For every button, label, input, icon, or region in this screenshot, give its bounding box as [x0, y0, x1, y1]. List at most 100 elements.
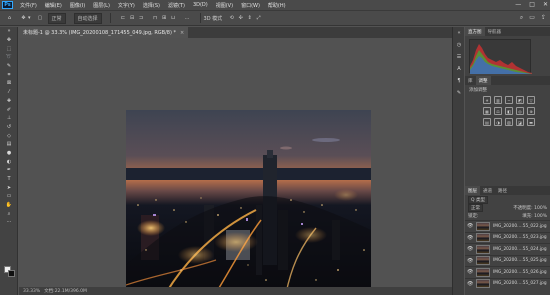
layer-row[interactable]: 👁 IMG_20200….55_023.jpg — [465, 231, 550, 244]
history-brush-tool-icon[interactable]: ↺ — [0, 123, 18, 132]
zoom-level[interactable]: 33.33% — [23, 289, 40, 294]
more-options-icon[interactable]: … — [183, 14, 192, 23]
path-select-tool-icon[interactable]: ➤ — [0, 183, 18, 192]
3d-pan-icon[interactable]: ✣ — [236, 14, 245, 23]
document-tab[interactable]: 未标题-1 @ 33.3% (IMG_20200108_171455_049.j… — [19, 27, 189, 38]
eyedropper-tool-icon[interactable]: ⁄ — [0, 88, 18, 97]
visibility-eye-icon[interactable]: 👁 — [467, 281, 473, 287]
mode-select[interactable]: 正常 — [47, 12, 66, 24]
blend-mode-select[interactable]: 正常 — [468, 204, 483, 212]
menu-filter[interactable]: 滤镜(T) — [164, 2, 189, 9]
quick-select-tool-icon[interactable]: ✎ — [0, 62, 18, 71]
minimize-button[interactable]: — — [515, 1, 521, 8]
paragraph-panel-icon[interactable]: ¶ — [453, 75, 465, 87]
3d-slide-icon[interactable]: ⇕ — [245, 14, 254, 23]
gradient-map-icon[interactable]: ▬ — [527, 118, 535, 126]
menu-3d[interactable]: 3D(D) — [189, 2, 212, 8]
dodge-tool-icon[interactable]: ◐ — [0, 157, 18, 166]
workspace-icon[interactable]: ▭ — [529, 14, 535, 22]
layer-row[interactable]: 👁 IMG_20200….55_026.jpg — [465, 266, 550, 278]
layer-row[interactable]: 👁 IMG_20200….55_022.jpg — [465, 220, 550, 232]
levels-icon[interactable]: ▥ — [494, 96, 502, 104]
hue-saturation-icon[interactable]: ▦ — [483, 107, 491, 115]
close-tab-button[interactable]: × — [180, 30, 184, 36]
photo-filter-icon[interactable]: ◎ — [516, 107, 524, 115]
visibility-eye-icon[interactable]: 👁 — [467, 246, 473, 252]
layer-row[interactable]: 👁 IMG_20200….55_024.jpg — [465, 243, 550, 255]
visibility-eye-icon[interactable]: 👁 — [467, 223, 473, 229]
menu-window[interactable]: 窗口(W) — [237, 2, 264, 9]
align-middle-icon[interactable]: ⊞ — [160, 14, 169, 23]
clone-stamp-tool-icon[interactable]: ⊥ — [0, 114, 18, 123]
canvas-area[interactable] — [19, 38, 452, 293]
visibility-eye-icon[interactable]: 👁 — [467, 235, 473, 241]
menu-image[interactable]: 图像(I) — [66, 2, 89, 9]
healing-brush-tool-icon[interactable]: ✚ — [0, 97, 18, 106]
eraser-tool-icon[interactable]: ◇ — [0, 131, 18, 140]
menu-file[interactable]: 文件(F) — [16, 2, 41, 9]
collapse-dock-icon[interactable]: « — [453, 27, 465, 39]
color-lookup-icon[interactable]: ▤ — [483, 118, 491, 126]
lasso-tool-icon[interactable]: ➰ — [0, 53, 18, 62]
menu-view[interactable]: 视图(V) — [212, 2, 237, 9]
menu-help[interactable]: 帮助(H) — [264, 2, 290, 9]
align-center-icon[interactable]: ⊟ — [128, 14, 137, 23]
maximize-button[interactable]: □ — [529, 1, 535, 8]
3d-scale-icon[interactable]: ⤢ — [254, 14, 263, 23]
brightness-contrast-icon[interactable]: ☀ — [483, 96, 491, 104]
hand-tool-icon[interactable]: ✋ — [0, 201, 18, 210]
channel-mixer-icon[interactable]: ⊕ — [527, 107, 535, 115]
3d-rotate-icon[interactable]: ⟲ — [227, 14, 236, 23]
align-right-icon[interactable]: ⊐ — [137, 14, 146, 23]
tab-layers[interactable]: 图层 — [465, 186, 480, 195]
share-icon[interactable]: ⇪ — [541, 14, 546, 22]
layer-row[interactable]: 👁 IMG_20200….55_025.jpg — [465, 254, 550, 267]
fill-field[interactable]: 填充: 100% — [522, 213, 547, 219]
document-info[interactable]: 文档:22.1M/396.0M — [44, 288, 87, 294]
background-color-swatch[interactable] — [8, 270, 15, 277]
visibility-eye-icon[interactable]: 👁 — [467, 258, 473, 264]
opacity-field[interactable]: 不透明度: 100% — [513, 205, 547, 211]
character-panel-icon[interactable]: A — [453, 63, 465, 75]
vibrance-icon[interactable]: ▽ — [527, 96, 535, 104]
color-balance-icon[interactable]: ⚖ — [494, 107, 502, 115]
collapse-icon[interactable]: » — [0, 27, 18, 36]
rectangle-tool-icon[interactable]: ▭ — [0, 192, 18, 201]
invert-icon[interactable]: ◑ — [494, 118, 502, 126]
tab-channels[interactable]: 通道 — [480, 186, 495, 195]
menu-type[interactable]: 文字(Y) — [114, 2, 139, 9]
tab-navigator[interactable]: 导航器 — [485, 27, 505, 36]
gradient-tool-icon[interactable]: ▤ — [0, 140, 18, 149]
menu-edit[interactable]: 编辑(E) — [41, 2, 66, 9]
auto-select-box[interactable]: 自动选择 — [73, 12, 102, 24]
tab-libraries[interactable]: 库 — [465, 76, 476, 85]
align-left-icon[interactable]: ⊏ — [119, 14, 128, 23]
tab-adjustments[interactable]: 调整 — [475, 76, 491, 85]
search-icon[interactable]: ⌕ — [520, 14, 523, 22]
tool-preset-dropdown[interactable]: ▾ — [28, 15, 31, 21]
align-top-icon[interactable]: ⊓ — [151, 14, 160, 23]
tab-histogram[interactable]: 直方图 — [465, 27, 485, 36]
color-swatches[interactable] — [4, 266, 16, 278]
type-tool-icon[interactable]: T — [0, 175, 18, 184]
threshold-icon[interactable]: ◪ — [516, 118, 524, 126]
auto-select-checkbox[interactable]: ▢ — [36, 14, 45, 23]
layer-filter-select[interactable]: Q 类型 — [468, 195, 488, 204]
history-panel-icon[interactable]: ◷ — [453, 39, 465, 51]
brush-panel-icon[interactable]: ✎ — [453, 87, 465, 99]
crop-tool-icon[interactable]: ⌗ — [0, 70, 18, 79]
properties-panel-icon[interactable]: ☰ — [453, 51, 465, 63]
exposure-icon[interactable]: ◩ — [516, 96, 524, 104]
zoom-tool-icon[interactable]: ⌕ — [0, 209, 18, 218]
marquee-tool-icon[interactable]: ⬚ — [0, 44, 18, 53]
posterize-icon[interactable]: ▧ — [505, 118, 513, 126]
city-night-photo[interactable] — [126, 110, 371, 293]
home-icon[interactable]: ⌂ — [5, 14, 14, 23]
more-tools-icon[interactable]: ⋯ — [0, 218, 18, 227]
tab-paths[interactable]: 路径 — [495, 186, 510, 195]
layer-row[interactable]: 👁 IMG_20200….55_027.jpg — [465, 277, 550, 290]
menu-layer[interactable]: 图层(L) — [89, 2, 114, 9]
frame-tool-icon[interactable]: ⊠ — [0, 79, 18, 88]
visibility-eye-icon[interactable]: 👁 — [467, 269, 473, 275]
move-tool-icon[interactable]: ✥ — [19, 14, 28, 23]
